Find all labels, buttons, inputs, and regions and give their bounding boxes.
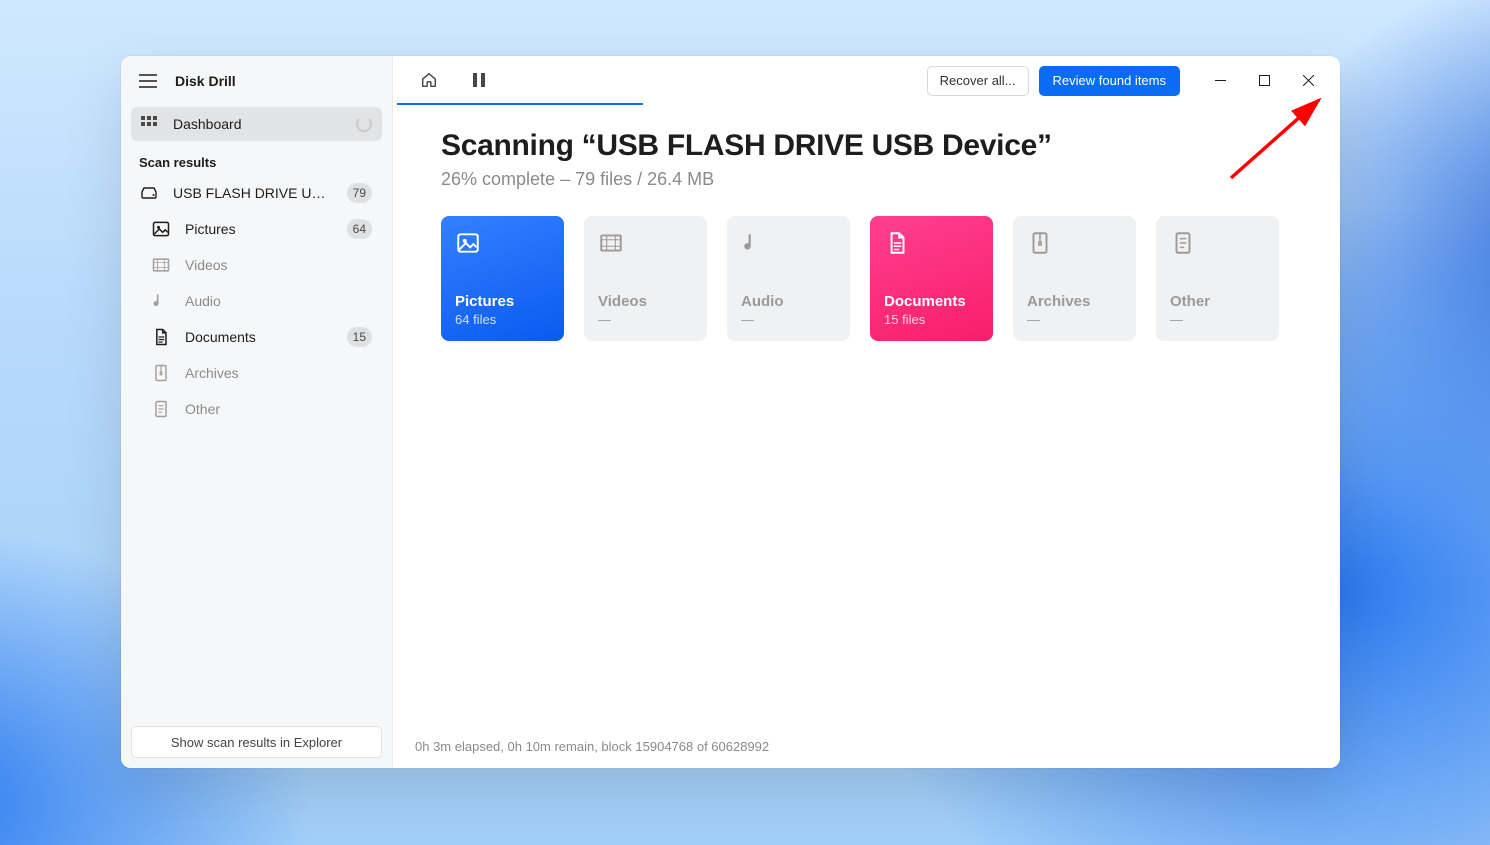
pause-icon [472,72,486,88]
document-icon [884,230,910,256]
content-area: Scanning “USB FLASH DRIVE USB Device” 26… [393,105,1340,724]
sidebar-item-label: Pictures [185,221,333,237]
category-cards: Pictures 64 files Videos — Audio — Documents 15… [441,216,1292,341]
card-subtext: — [741,312,836,327]
main-content: Recover all... Review found items Scanni… [393,56,1340,768]
sidebar-header: Disk Drill [121,56,392,105]
sidebar-item-pictures[interactable]: Pictures 64 [131,212,382,246]
card-archives[interactable]: Archives — [1013,216,1136,341]
card-label: Videos [598,293,693,310]
count-badge: 79 [347,183,372,203]
sidebar-category-list: Pictures 64 Videos Audio Documents 15 Archives… [121,212,392,426]
card-audio[interactable]: Audio — [727,216,850,341]
sidebar-item-other[interactable]: Other [131,392,382,426]
card-documents[interactable]: Documents 15 files [870,216,993,341]
home-icon [420,71,438,89]
review-found-items-button[interactable]: Review found items [1039,66,1180,96]
sidebar-item-label: Documents [185,329,333,345]
audio-icon [151,291,171,311]
card-label: Pictures [455,293,550,310]
desktop-background: Disk Drill Dashboard Scan results USB FL… [0,0,1490,845]
hamburger-icon [139,74,157,88]
sidebar-item-videos[interactable]: Videos [131,248,382,282]
card-subtext: — [1170,312,1265,327]
archive-icon [1027,230,1053,256]
sidebar-section-header: Scan results [121,143,392,176]
active-tab[interactable] [397,56,643,105]
status-text: 0h 3m elapsed, 0h 10m remain, block 1590… [415,739,769,754]
minimize-button[interactable] [1198,65,1242,97]
window-controls [1198,65,1330,97]
sidebar-item-label: Videos [185,257,372,273]
sidebar-item-dashboard[interactable]: Dashboard [131,107,382,141]
other-icon [1170,230,1196,256]
sidebar-item-archives[interactable]: Archives [131,356,382,390]
card-videos[interactable]: Videos — [584,216,707,341]
minimize-icon [1215,75,1226,86]
pause-button[interactable] [461,62,497,98]
recover-all-button[interactable]: Recover all... [927,66,1029,96]
maximize-icon [1259,75,1270,86]
audio-icon [741,230,767,256]
status-bar: 0h 3m elapsed, 0h 10m remain, block 1590… [393,724,1340,768]
dashboard-icon [139,114,159,134]
sidebar-item-label: USB FLASH DRIVE USB D... [173,185,333,201]
scan-progress-text: 26% complete – 79 files / 26.4 MB [441,169,1292,190]
document-icon [151,327,171,347]
close-icon [1303,75,1314,86]
card-subtext: 15 files [884,312,979,327]
app-window: Disk Drill Dashboard Scan results USB FL… [121,56,1340,768]
hamburger-button[interactable] [135,68,161,94]
loading-spinner-icon [356,116,372,132]
card-pictures[interactable]: Pictures 64 files [441,216,564,341]
sidebar-item-audio[interactable]: Audio [131,284,382,318]
picture-icon [151,219,171,239]
sidebar-item-drive[interactable]: USB FLASH DRIVE USB D... 79 [131,176,382,210]
other-icon [151,399,171,419]
show-in-explorer-button[interactable]: Show scan results in Explorer [131,726,382,758]
drive-icon [139,183,159,203]
video-icon [598,230,624,256]
close-button[interactable] [1286,65,1330,97]
card-label: Other [1170,293,1265,310]
card-label: Audio [741,293,836,310]
count-badge: 64 [347,219,372,239]
card-label: Archives [1027,293,1122,310]
count-badge: 15 [347,327,372,347]
sidebar-item-label: Other [185,401,372,417]
video-icon [151,255,171,275]
card-subtext: — [598,312,693,327]
page-title: Scanning “USB FLASH DRIVE USB Device” [441,129,1292,163]
home-button[interactable] [411,62,447,98]
card-subtext: 64 files [455,312,550,327]
sidebar: Disk Drill Dashboard Scan results USB FL… [121,56,393,768]
card-subtext: — [1027,312,1122,327]
sidebar-item-documents[interactable]: Documents 15 [131,320,382,354]
card-other[interactable]: Other — [1156,216,1279,341]
sidebar-item-label: Archives [185,365,372,381]
sidebar-item-label: Audio [185,293,372,309]
sidebar-item-label: Dashboard [173,116,342,132]
picture-icon [455,230,481,256]
card-label: Documents [884,293,979,310]
sidebar-footer: Show scan results in Explorer [121,716,392,768]
maximize-button[interactable] [1242,65,1286,97]
archive-icon [151,363,171,383]
app-title: Disk Drill [175,73,236,89]
toolbar: Recover all... Review found items [393,56,1340,105]
sidebar-nav: Dashboard Scan results USB FLASH DRIVE U… [121,105,392,428]
